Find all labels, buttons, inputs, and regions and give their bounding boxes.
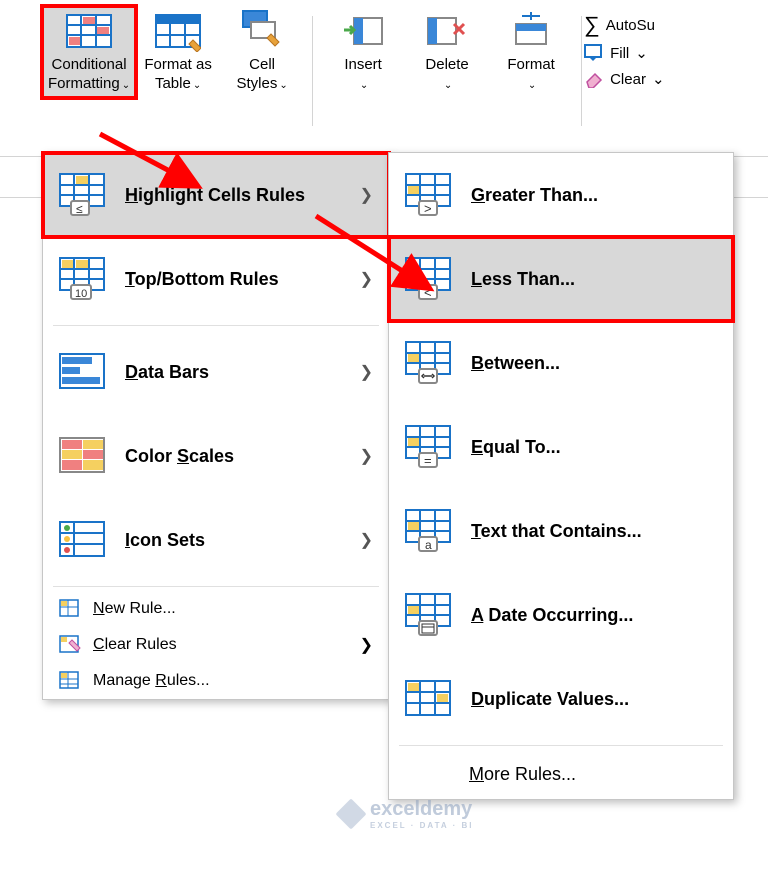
icon-sets-icon: [59, 518, 107, 562]
text-contains-icon: a: [405, 509, 453, 553]
eraser-icon: [584, 70, 604, 88]
menu-item-label: Clear Rules: [93, 636, 177, 654]
text-contains-item[interactable]: a Text that Contains...: [389, 489, 733, 573]
conditional-formatting-icon: [66, 10, 112, 52]
insert-button[interactable]: Insert⌄: [321, 6, 405, 98]
svg-text:>: >: [424, 201, 432, 216]
greater-than-icon: >: [405, 173, 453, 217]
cells-group: Insert⌄ Delete⌄ Format⌄: [315, 6, 579, 98]
chevron-right-icon: ❯: [360, 635, 373, 655]
more-rules-item[interactable]: More Rules...: [389, 750, 733, 799]
menu-item-label: Icon Sets: [125, 530, 205, 551]
delete-label: Delete⌄: [425, 56, 468, 94]
ribbon: Conditional Formatting⌄ Format as Table⌄…: [0, 0, 768, 157]
menu-item-label: Color Scales: [125, 446, 234, 467]
menu-separator: [53, 325, 379, 326]
highlight-cells-icon: ≤: [59, 173, 107, 217]
svg-text:10: 10: [75, 288, 87, 300]
format-as-table-button[interactable]: Format as Table⌄: [136, 6, 220, 98]
styles-group: Conditional Formatting⌄ Format as Table⌄…: [36, 6, 310, 98]
svg-text:=: =: [424, 453, 432, 468]
greater-than-item[interactable]: > Greater Than...: [389, 153, 733, 237]
menu-item-label: A Date Occurring...: [471, 605, 633, 626]
manage-rules-item[interactable]: Manage Rules...: [43, 663, 389, 699]
top-bottom-icon: 10: [59, 257, 107, 301]
cell-styles-icon: [239, 10, 285, 52]
manage-rules-icon: [59, 671, 81, 691]
date-occurring-icon: [405, 593, 453, 637]
equal-to-item[interactable]: = Equal To...: [389, 405, 733, 489]
insert-icon: [340, 10, 386, 52]
menu-item-label: New Rule...: [93, 600, 176, 618]
chevron-right-icon: ❯: [360, 269, 373, 289]
between-icon: [405, 341, 453, 385]
svg-text:<: <: [424, 285, 432, 300]
date-occurring-item[interactable]: A Date Occurring...: [389, 573, 733, 657]
menu-item-label: More Rules...: [469, 764, 576, 784]
chevron-right-icon: ❯: [360, 446, 373, 466]
autosum-button[interactable]: ∑AutoSu: [584, 14, 664, 36]
insert-label: Insert⌄: [344, 56, 382, 94]
fill-icon: [584, 44, 604, 62]
svg-text:a: a: [425, 538, 432, 552]
new-rule-icon: [59, 599, 81, 619]
color-scales-item[interactable]: Color Scales ❯: [43, 414, 389, 498]
menu-item-label: Equal To...: [471, 437, 561, 458]
menu-item-label: Between...: [471, 353, 560, 374]
data-bars-item[interactable]: Data Bars ❯: [43, 330, 389, 414]
delete-icon: [424, 10, 470, 52]
conditional-formatting-label: Conditional Formatting⌄: [48, 56, 130, 94]
menu-item-label: Greater Than...: [471, 185, 598, 206]
watermark: exceldemy EXCEL · DATA · BI: [340, 798, 473, 830]
data-bars-icon: [59, 350, 107, 394]
chevron-right-icon: ❯: [360, 530, 373, 550]
ribbon-divider: [581, 16, 582, 126]
color-scales-icon: [59, 434, 107, 478]
new-rule-item[interactable]: New Rule...: [43, 591, 389, 627]
clear-rules-item[interactable]: Clear Rules ❯: [43, 627, 389, 663]
cell-styles-button[interactable]: Cell Styles⌄: [220, 6, 304, 98]
duplicate-values-icon: [405, 677, 453, 721]
svg-text:≤: ≤: [76, 202, 83, 216]
menu-item-label: Less Than...: [471, 269, 575, 290]
conditional-formatting-menu: ≤ Highlight Cells Rules ❯ 10 Top/Bottom …: [42, 152, 390, 700]
highlight-cells-submenu: > Greater Than... < Less Than... Between…: [388, 152, 734, 800]
equal-to-icon: =: [405, 425, 453, 469]
clear-rules-icon: [59, 635, 81, 655]
format-button[interactable]: Format⌄: [489, 6, 573, 98]
less-than-item[interactable]: < Less Than...: [389, 237, 733, 321]
clear-button[interactable]: Clear⌄: [584, 70, 664, 88]
format-icon: [508, 10, 554, 52]
menu-separator: [399, 745, 723, 746]
conditional-formatting-button[interactable]: Conditional Formatting⌄: [42, 6, 136, 98]
highlight-cells-rules-item[interactable]: ≤ Highlight Cells Rules ❯: [43, 153, 389, 237]
top-bottom-rules-item[interactable]: 10 Top/Bottom Rules ❯: [43, 237, 389, 321]
format-as-table-label: Format as Table⌄: [144, 56, 212, 94]
menu-item-label: Top/Bottom Rules: [125, 269, 279, 290]
sigma-icon: ∑: [584, 14, 600, 36]
menu-item-label: Duplicate Values...: [471, 689, 629, 710]
editing-group: ∑AutoSu Fill⌄ Clear⌄: [584, 6, 664, 88]
menu-item-label: Highlight Cells Rules: [125, 185, 305, 206]
menu-item-label: Manage Rules...: [93, 672, 210, 690]
menu-separator: [53, 586, 379, 587]
between-item[interactable]: Between...: [389, 321, 733, 405]
ribbon-divider: [312, 16, 313, 126]
format-label: Format⌄: [507, 56, 555, 94]
menu-item-label: Data Bars: [125, 362, 209, 383]
format-as-table-icon: [155, 10, 201, 52]
watermark-logo-icon: [335, 798, 366, 829]
chevron-right-icon: ❯: [360, 362, 373, 382]
fill-button[interactable]: Fill⌄: [584, 44, 664, 62]
cell-styles-label: Cell Styles⌄: [236, 56, 287, 94]
delete-button[interactable]: Delete⌄: [405, 6, 489, 98]
chevron-right-icon: ❯: [360, 185, 373, 205]
icon-sets-item[interactable]: Icon Sets ❯: [43, 498, 389, 582]
less-than-icon: <: [405, 257, 453, 301]
menu-item-label: Text that Contains...: [471, 521, 642, 542]
duplicate-values-item[interactable]: Duplicate Values...: [389, 657, 733, 741]
